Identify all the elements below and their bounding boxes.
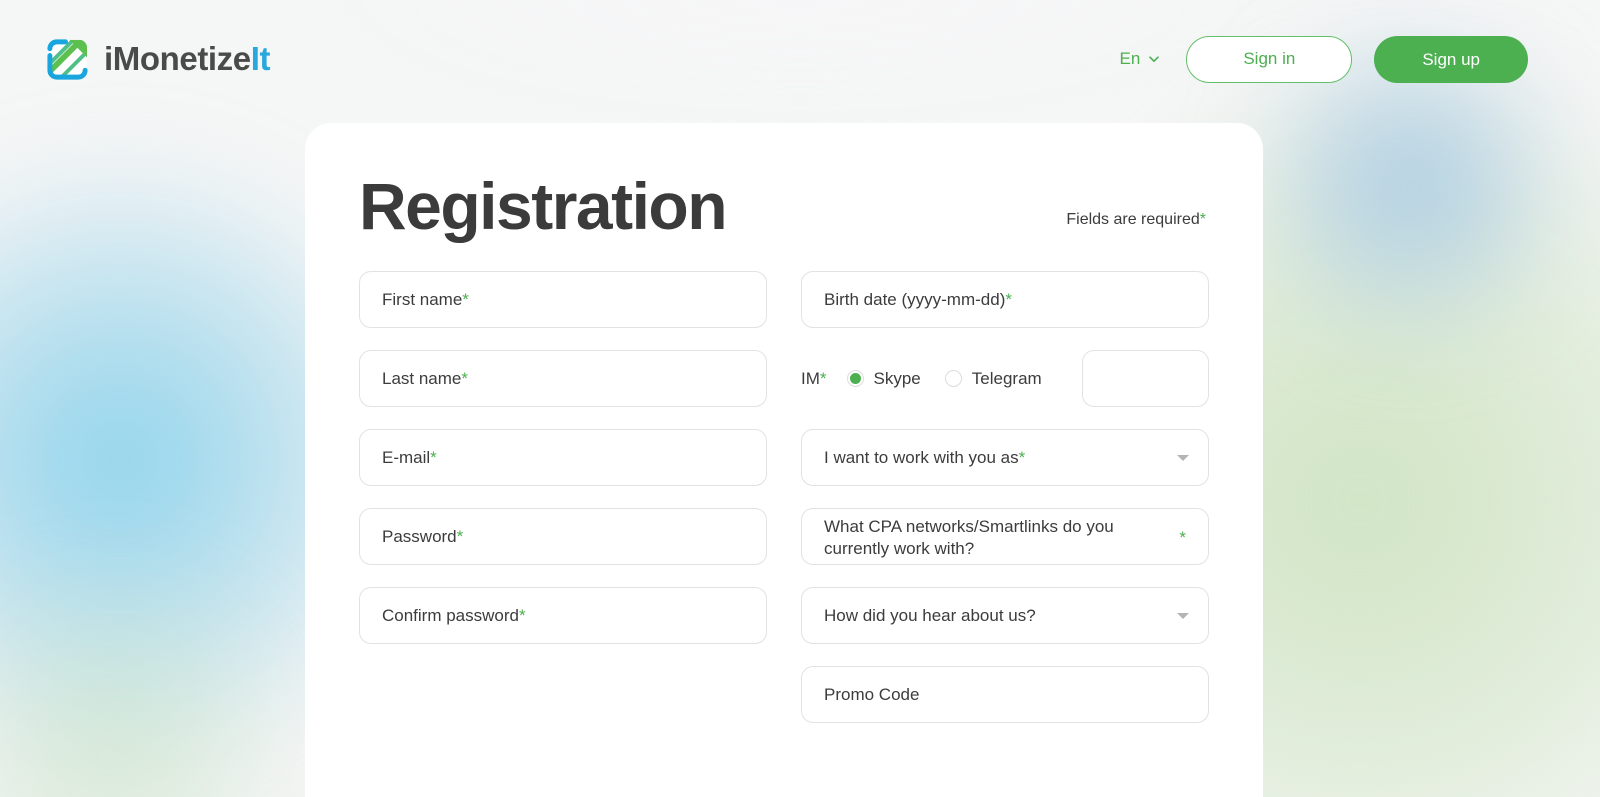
imonetizeit-logo-icon bbox=[47, 38, 88, 80]
im-username-input[interactable] bbox=[1081, 350, 1209, 408]
caret-down-icon bbox=[1177, 454, 1189, 461]
last-name-input[interactable]: Last name * bbox=[359, 350, 767, 408]
registration-form: First name * Birth date (yyyy-mm-dd) * Las… bbox=[359, 271, 1209, 724]
work-as-placeholder: I want to work with you as bbox=[824, 447, 1019, 467]
email-required-asterisk: * bbox=[430, 447, 437, 467]
hear-about-select[interactable]: How did you hear about us? bbox=[801, 587, 1209, 645]
email-input[interactable]: E-mail * bbox=[359, 429, 767, 487]
first-name-input[interactable]: First name * bbox=[359, 271, 767, 329]
cpa-networks-placeholder: What CPA networks/Smartlinks do you curr… bbox=[824, 517, 1114, 558]
required-fields-note: Fields are required* bbox=[1066, 211, 1206, 242]
im-required-asterisk: * bbox=[819, 368, 827, 388]
birth-date-required-asterisk: * bbox=[1005, 289, 1012, 309]
caret-down-icon bbox=[1177, 612, 1189, 619]
page-title: Registration bbox=[359, 169, 728, 243]
first-name-placeholder: First name bbox=[382, 289, 463, 309]
required-note-asterisk: * bbox=[1199, 211, 1206, 229]
promo-code-input[interactable]: Promo Code bbox=[801, 666, 1209, 724]
im-field-group: IM* Skype Telegram bbox=[801, 350, 1209, 408]
registration-card: Registration Fields are required* First … bbox=[305, 123, 1263, 797]
last-name-required-asterisk: * bbox=[461, 368, 469, 388]
im-label-text: IM bbox=[801, 368, 820, 388]
cpa-networks-input[interactable]: What CPA networks/Smartlinks do you curr… bbox=[801, 508, 1209, 566]
im-radio-skype[interactable]: Skype bbox=[846, 368, 921, 389]
im-label: IM* bbox=[801, 369, 827, 389]
confirm-password-placeholder: Confirm password bbox=[382, 605, 519, 625]
first-name-required-asterisk: * bbox=[462, 289, 469, 309]
cpa-networks-required-asterisk: * bbox=[1179, 527, 1186, 547]
password-input[interactable]: Password * bbox=[359, 508, 767, 566]
brand-logo[interactable]: iMonetizeIt bbox=[44, 36, 271, 83]
chevron-down-icon bbox=[1149, 56, 1160, 62]
radio-unselected-icon bbox=[944, 370, 962, 388]
language-label: En bbox=[1119, 49, 1141, 68]
site-header: iMonetizeIt En Sign in Sign up bbox=[0, 0, 1600, 118]
work-as-select[interactable]: I want to work with you as * bbox=[801, 429, 1209, 487]
confirm-password-required-asterisk: * bbox=[519, 605, 526, 625]
confirm-password-input[interactable]: Confirm password * bbox=[359, 587, 767, 645]
header-actions: En Sign in Sign up bbox=[1116, 35, 1528, 83]
password-placeholder: Password bbox=[382, 526, 457, 546]
brand-name: iMonetizeIt bbox=[104, 40, 271, 78]
email-placeholder: E-mail bbox=[382, 447, 431, 467]
brand-name-primary: iMonetize bbox=[104, 40, 251, 77]
sign-in-button[interactable]: Sign in bbox=[1186, 35, 1353, 83]
password-required-asterisk: * bbox=[456, 526, 464, 546]
im-radio-telegram[interactable]: Telegram bbox=[944, 368, 1042, 389]
language-selector[interactable]: En bbox=[1116, 43, 1165, 75]
brand-name-accent: It bbox=[250, 40, 271, 77]
required-note-text: Fields are required bbox=[1066, 211, 1200, 229]
birth-date-input[interactable]: Birth date (yyyy-mm-dd) * bbox=[801, 271, 1209, 329]
last-name-placeholder: Last name bbox=[382, 368, 462, 388]
radio-selected-icon bbox=[846, 370, 864, 388]
im-radio-telegram-label: Telegram bbox=[971, 368, 1042, 388]
hear-about-placeholder: How did you hear about us? bbox=[824, 605, 1036, 625]
work-as-required-asterisk: * bbox=[1018, 447, 1026, 467]
sign-up-button[interactable]: Sign up bbox=[1374, 35, 1528, 83]
card-header: Registration Fields are required* bbox=[359, 169, 1209, 243]
promo-code-placeholder: Promo Code bbox=[824, 684, 920, 704]
im-radio-skype-label: Skype bbox=[873, 368, 921, 388]
birth-date-placeholder: Birth date (yyyy-mm-dd) bbox=[824, 289, 1006, 309]
